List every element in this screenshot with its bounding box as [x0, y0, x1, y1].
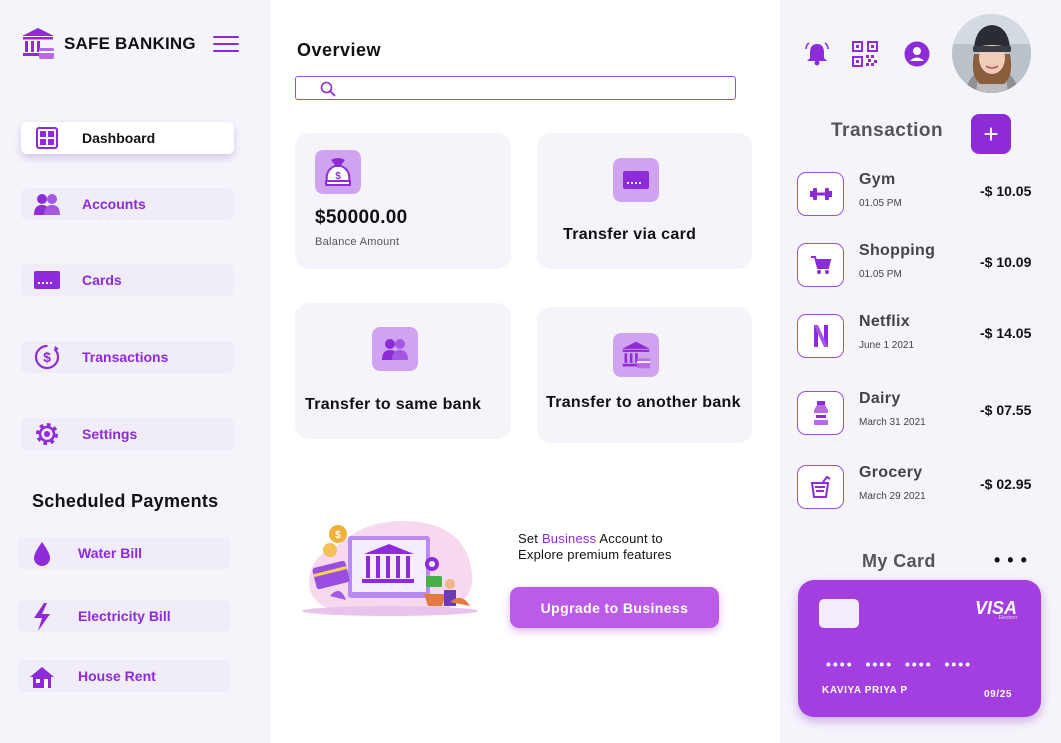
payment-item-label: Water Bill	[78, 545, 143, 561]
transaction-title: Transaction	[831, 120, 944, 141]
transaction-name: Grocery	[859, 464, 923, 481]
transaction-date: June 1 2021	[859, 340, 915, 351]
sidebar-item-label: Settings	[82, 426, 138, 442]
dollar-cycle-icon: $	[33, 344, 61, 370]
sidebar-item-transactions[interactable]: $ Transactions	[21, 341, 234, 373]
qr-code-icon[interactable]	[851, 40, 879, 68]
transfer-same-bank-tile[interactable]: Transfer to same bank	[295, 303, 511, 439]
card-expiry: 09/25	[984, 689, 1013, 700]
tile-label: Transfer to same bank	[305, 396, 482, 413]
search-input[interactable]	[295, 76, 736, 100]
bell-icon[interactable]	[803, 40, 831, 68]
transaction-amount: -$ 10.09	[980, 254, 1032, 270]
transaction-amount: -$ 07.55	[980, 402, 1032, 418]
transaction-item[interactable]: Dairy March 31 2021 -$ 07.55	[797, 390, 1047, 437]
transfer-via-card-tile[interactable]: Transfer via card	[537, 133, 752, 269]
transaction-amount: -$ 10.05	[980, 183, 1032, 199]
transaction-name: Gym	[859, 171, 896, 188]
avatar[interactable]	[952, 14, 1031, 93]
sidebar-item-accounts[interactable]: Accounts	[21, 188, 234, 220]
users-icon	[33, 191, 61, 217]
transaction-date: March 29 2021	[859, 491, 926, 502]
dashboard-icon	[33, 125, 61, 151]
bank-icon	[613, 333, 659, 377]
card-number: •••• •••• •••• ••••	[826, 656, 973, 672]
money-bag-icon: $	[315, 150, 361, 194]
transaction-date: 01.05 PM	[859, 198, 902, 209]
transaction-item[interactable]: Netflix June 1 2021 -$ 14.05	[797, 313, 1047, 360]
lightning-icon	[28, 603, 56, 631]
transaction-name: Shopping	[859, 242, 936, 259]
netflix-icon	[797, 314, 844, 358]
sidebar-item-label: Dashboard	[82, 130, 156, 146]
credit-card[interactable]: VISA Electron •••• •••• •••• •••• KAVIYA…	[798, 580, 1041, 717]
user-circle-icon[interactable]	[903, 40, 931, 68]
brand-name: SAFE BANKING	[64, 34, 196, 53]
card-icon	[613, 158, 659, 202]
bank-icon	[20, 26, 56, 62]
transaction-date: March 31 2021	[859, 417, 926, 428]
tile-label: Transfer to another bank	[546, 394, 741, 411]
promo-text: Set Business Account to Explore premium …	[518, 531, 672, 563]
balance-label: Balance Amount	[315, 236, 400, 248]
balance-amount: $50000.00	[315, 207, 408, 228]
card-brand-sub: Electron	[998, 615, 1017, 621]
card-holder: KAVIYA PRIYA P	[822, 685, 908, 696]
house-icon	[28, 663, 56, 691]
transaction-amount: -$ 02.95	[980, 476, 1032, 492]
brand: SAFE BANKING	[20, 26, 196, 62]
sidebar-item-label: Transactions	[82, 349, 169, 365]
gear-icon	[33, 421, 61, 447]
transaction-item[interactable]: Shopping 01.05 PM -$ 10.09	[797, 242, 1047, 289]
transaction-item[interactable]: Gym 01.05 PM -$ 10.05	[797, 171, 1047, 218]
sidebar-item-dashboard[interactable]: Dashboard	[21, 122, 234, 154]
balance-tile[interactable]: $ $50000.00 Balance Amount	[295, 133, 511, 269]
upgrade-to-business-button[interactable]: Upgrade to Business	[510, 587, 719, 628]
promo-highlight: Business	[541, 531, 597, 546]
more-options-button[interactable]: • • •	[994, 550, 1028, 571]
svg-text:$: $	[43, 349, 51, 365]
promo-text-line2: Explore premium features	[518, 547, 672, 562]
sidebar-item-label: Accounts	[82, 196, 146, 212]
my-card-title: My Card	[862, 551, 936, 571]
payment-item-electricity-bill[interactable]: Electricity Bill	[18, 600, 230, 632]
transfer-another-bank-tile[interactable]: Transfer to another bank	[537, 307, 752, 443]
hamburger-menu-icon[interactable]	[213, 36, 239, 56]
grocery-bag-icon	[797, 465, 844, 509]
cart-icon	[797, 243, 844, 287]
app: SAFE BANKING Dashboard Accounts Cards $	[0, 0, 1061, 743]
transaction-item[interactable]: Grocery March 29 2021 -$ 02.95	[797, 464, 1047, 511]
transaction-name: Dairy	[859, 390, 901, 407]
business-illustration: $	[300, 514, 480, 618]
payment-item-house-rent[interactable]: House Rent	[18, 660, 230, 692]
card-chip	[819, 599, 859, 628]
transaction-amount: -$ 14.05	[980, 325, 1032, 341]
card-icon	[33, 267, 61, 293]
sidebar-item-settings[interactable]: Settings	[21, 418, 234, 450]
promo-text-pre: Set	[518, 531, 542, 546]
payment-item-water-bill[interactable]: Water Bill	[18, 537, 230, 569]
payment-item-label: House Rent	[78, 668, 156, 684]
sidebar-item-label: Cards	[82, 272, 122, 288]
payment-item-label: Electricity Bill	[78, 608, 171, 624]
sidebar: SAFE BANKING Dashboard Accounts Cards $	[0, 0, 270, 743]
users-icon	[372, 327, 418, 371]
page-title: Overview	[297, 40, 382, 60]
add-transaction-button[interactable]: +	[971, 114, 1011, 154]
scheduled-payments-title: Scheduled Payments	[32, 491, 219, 511]
svg-text:$: $	[335, 530, 341, 541]
search-icon	[320, 81, 336, 102]
dumbbell-icon	[797, 172, 844, 216]
transaction-date: 01.05 PM	[859, 269, 902, 280]
sidebar-item-cards[interactable]: Cards	[21, 264, 234, 296]
tile-label: Transfer via card	[563, 226, 697, 243]
transaction-name: Netflix	[859, 313, 910, 330]
water-drop-icon	[28, 540, 56, 568]
promo-text-post: Account to	[596, 531, 663, 546]
milk-bottle-icon	[797, 391, 844, 435]
